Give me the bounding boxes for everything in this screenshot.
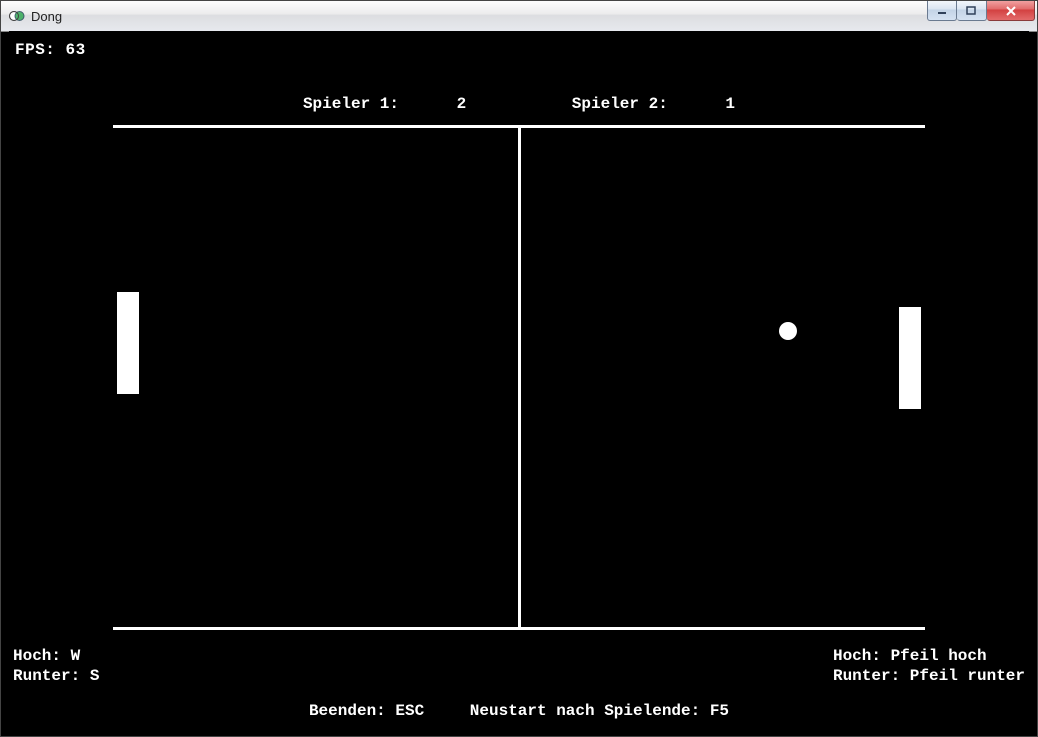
window-title: Dong: [31, 9, 62, 24]
fps-counter: FPS: 63: [15, 41, 86, 59]
score-p2-label: Spieler 2:: [572, 95, 668, 113]
minimize-button[interactable]: [927, 1, 957, 21]
paddle-player1: [117, 292, 139, 394]
scoreboard: Spieler 1: 2 Spieler 2: 1: [9, 95, 1029, 113]
field-center-line: [518, 125, 521, 630]
app-window: Dong FPS: 63: [0, 0, 1038, 737]
score-p2: Spieler 2: 1: [548, 95, 759, 113]
window-controls: [927, 1, 1035, 23]
score-p1: Spieler 1: 2: [279, 95, 490, 113]
maximize-button[interactable]: [957, 1, 987, 21]
hint-restart: Neustart nach Spielende: F5: [470, 702, 729, 720]
score-p1-label: Spieler 1:: [303, 95, 399, 113]
hint-quit: Beenden: ESC: [309, 702, 424, 720]
controls-hint-p1: Hoch: W Runter: S: [13, 646, 99, 686]
game-surface[interactable]: FPS: 63 Spieler 1: 2 Spieler 2: 1 Hoch: …: [9, 31, 1029, 728]
titlebar[interactable]: Dong: [1, 1, 1037, 32]
app-icon: [9, 8, 25, 24]
controls-hint-global: Beenden: ESC Neustart nach Spielende: F5: [9, 702, 1029, 720]
hint-p1-down: Runter: S: [13, 666, 99, 686]
playfield: [113, 125, 925, 630]
fps-value: 63: [66, 41, 86, 59]
hint-p2-up: Hoch: Pfeil hoch: [833, 646, 1025, 666]
paddle-player2: [899, 307, 921, 409]
close-button[interactable]: [987, 1, 1035, 21]
hint-p1-up: Hoch: W: [13, 646, 99, 666]
hint-p2-down: Runter: Pfeil runter: [833, 666, 1025, 686]
close-icon: [1005, 6, 1017, 16]
fps-label: FPS:: [15, 41, 55, 59]
maximize-icon: [966, 6, 977, 16]
controls-hint-p2: Hoch: Pfeil hoch Runter: Pfeil runter: [833, 646, 1025, 686]
ball: [779, 322, 797, 340]
minimize-icon: [937, 6, 947, 16]
score-p1-value: 2: [457, 95, 467, 113]
score-p2-value: 1: [725, 95, 735, 113]
